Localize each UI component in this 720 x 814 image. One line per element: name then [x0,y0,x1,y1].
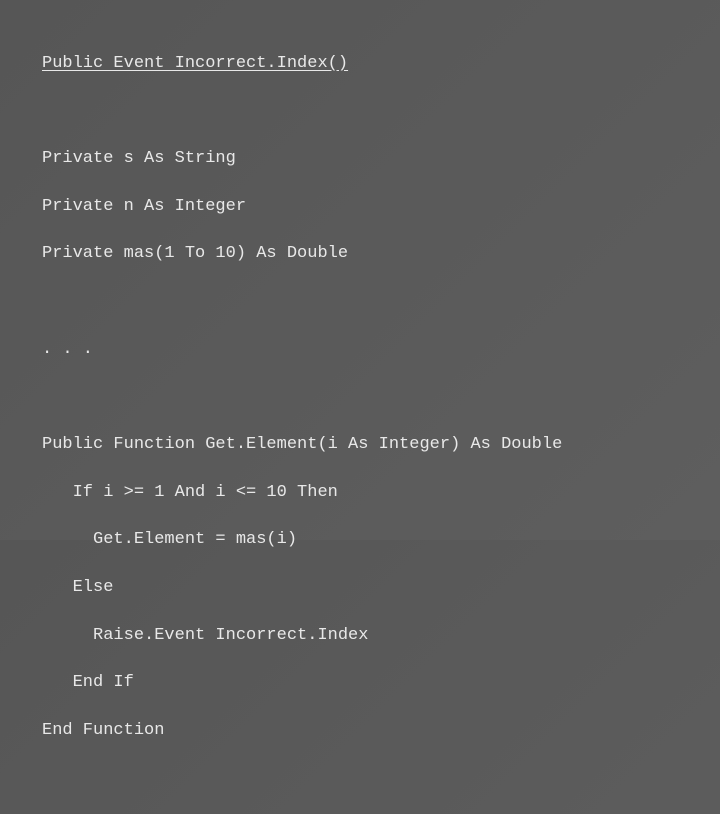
function-line-6: End Function [42,719,678,743]
function-line-3: Else [42,576,678,600]
function-block: Public Function Get.Element(i As Integer… [42,409,678,766]
function-line-5: End If [42,671,678,695]
private-line-1: Private n As Integer [42,195,678,219]
function-line-4: Raise.Event Incorrect.Index [42,624,678,648]
event-declaration: Public Event Incorrect.Index() [42,52,678,76]
function-line-0: Public Function Get.Element(i As Integer… [42,433,678,457]
function-line-1: If i >= 1 And i <= 10 Then [42,481,678,505]
code-container: Public Event Incorrect.Index() Private s… [42,28,678,814]
function-line-2: Get.Element = mas(i) [42,528,678,552]
private-line-2: Private mas(1 To 10) As Double [42,242,678,266]
private-line-0: Private s As String [42,147,678,171]
ellipsis: . . . [42,338,678,362]
private-declarations-block: Private s As String Private n As Integer… [42,123,678,290]
